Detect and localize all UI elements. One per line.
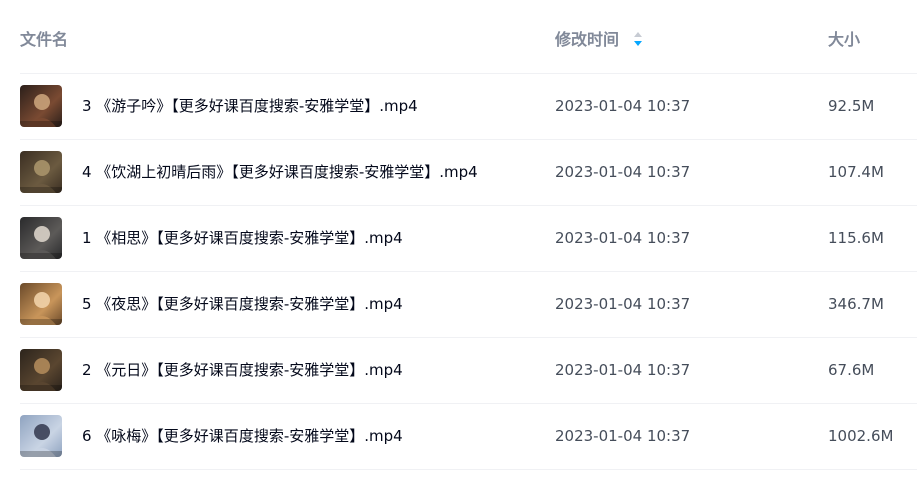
file-name[interactable]: 3 《游子吟》【更多好课百度搜索-安雅学堂】.mp4 [82, 96, 418, 116]
file-modified-time: 2023-01-04 10:37 [555, 295, 691, 313]
file-size: 115.6M [828, 229, 884, 247]
column-header-modified-time[interactable]: 修改时间 [555, 30, 643, 50]
sort-toggle-icon[interactable] [633, 30, 643, 48]
file-size: 92.5M [828, 97, 875, 115]
column-header-modified-time-label: 修改时间 [555, 30, 620, 49]
file-name[interactable]: 2 《元日》【更多好课百度搜索-安雅学堂】.mp4 [82, 360, 403, 380]
column-header-size[interactable]: 大小 [828, 30, 860, 50]
file-row[interactable]: 1 《相思》【更多好课百度搜索-安雅学堂】.mp4 2023-01-04 10:3… [20, 206, 917, 272]
file-size: 346.7M [828, 295, 884, 313]
video-thumbnail-icon[interactable] [20, 283, 62, 325]
file-row[interactable]: 4 《饮湖上初晴后雨》【更多好课百度搜索-安雅学堂】.mp4 2023-01-04… [20, 140, 917, 206]
file-name[interactable]: 5 《夜思》【更多好课百度搜索-安雅学堂】.mp4 [82, 294, 403, 314]
file-size: 107.4M [828, 163, 884, 181]
column-header-name[interactable]: 文件名 [20, 30, 68, 50]
file-row[interactable]: 3 《游子吟》【更多好课百度搜索-安雅学堂】.mp4 2023-01-04 10:… [20, 74, 917, 140]
file-list-header: 文件名 修改时间 大小 [0, 0, 917, 74]
file-name[interactable]: 1 《相思》【更多好课百度搜索-安雅学堂】.mp4 [82, 228, 403, 248]
video-thumbnail-icon[interactable] [20, 349, 62, 391]
file-name[interactable]: 6 《咏梅》【更多好课百度搜索-安雅学堂】.mp4 [82, 426, 403, 446]
video-thumbnail-icon[interactable] [20, 217, 62, 259]
file-name[interactable]: 4 《饮湖上初晴后雨》【更多好课百度搜索-安雅学堂】.mp4 [82, 162, 478, 182]
file-row[interactable]: 5 《夜思》【更多好课百度搜索-安雅学堂】.mp4 2023-01-04 10:3… [20, 272, 917, 338]
file-list: 文件名 修改时间 大小 3 《游子吟》【更多好课百度搜索-安雅学堂】.mp4 20… [0, 0, 917, 493]
video-thumbnail-icon[interactable] [20, 151, 62, 193]
file-row[interactable]: 6 《咏梅》【更多好课百度搜索-安雅学堂】.mp4 2023-01-04 10:3… [20, 404, 917, 470]
file-row[interactable]: 2 《元日》【更多好课百度搜索-安雅学堂】.mp4 2023-01-04 10:3… [20, 338, 917, 404]
video-thumbnail-icon[interactable] [20, 415, 62, 457]
file-modified-time: 2023-01-04 10:37 [555, 163, 691, 181]
file-size: 1002.6M [828, 427, 894, 445]
video-thumbnail-icon[interactable] [20, 85, 62, 127]
file-rows: 3 《游子吟》【更多好课百度搜索-安雅学堂】.mp4 2023-01-04 10:… [0, 74, 917, 470]
file-modified-time: 2023-01-04 10:37 [555, 427, 691, 445]
file-modified-time: 2023-01-04 10:37 [555, 361, 691, 379]
file-modified-time: 2023-01-04 10:37 [555, 97, 691, 115]
file-modified-time: 2023-01-04 10:37 [555, 229, 691, 247]
file-size: 67.6M [828, 361, 875, 379]
